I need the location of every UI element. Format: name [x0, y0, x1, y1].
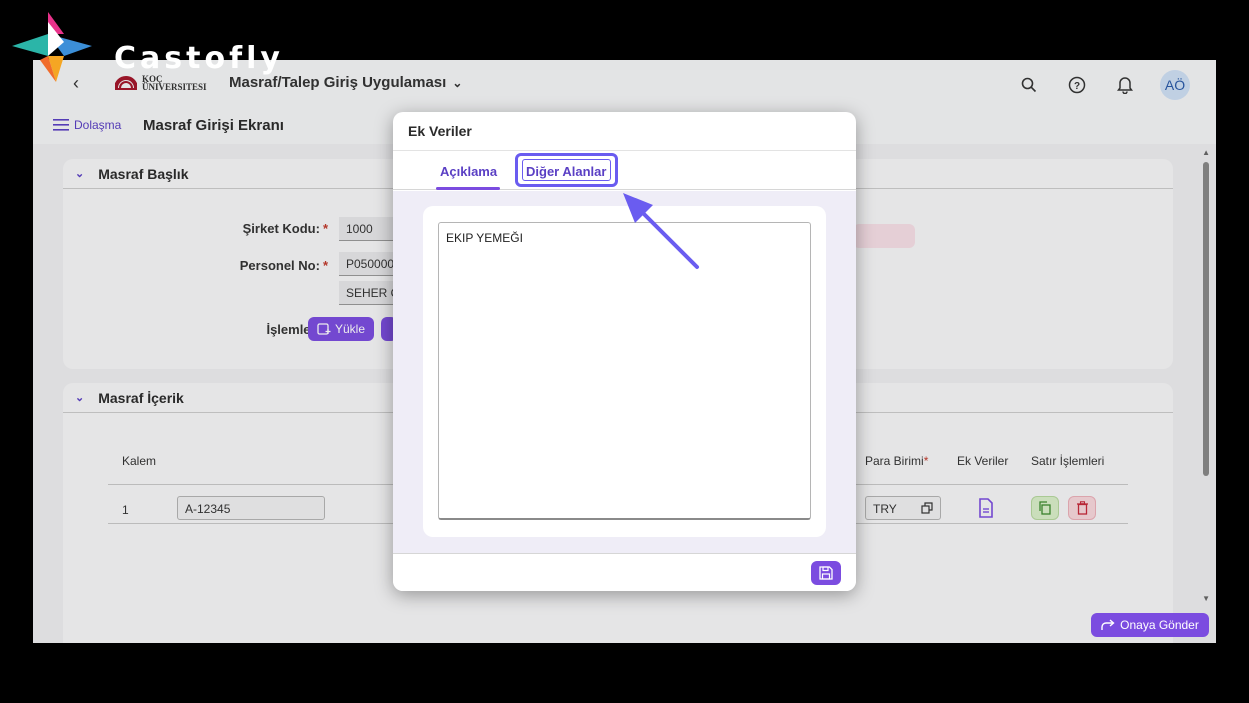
pointer-arrow-icon	[623, 193, 699, 269]
dialog-title: Ek Veriler	[408, 123, 472, 139]
dialog-footer	[393, 553, 856, 591]
save-button[interactable]	[811, 561, 841, 585]
send-for-approval-button[interactable]: Onaya Gönder	[1091, 613, 1209, 637]
screen: Castofly ‹ KOÇ ÜNIVERSITESI Masraf/Talep…	[0, 0, 1249, 703]
forward-arrow-icon	[1101, 619, 1115, 630]
dialog-tab-bar: Açıklama Diğer Alanlar	[393, 150, 856, 190]
castofly-logo-icon	[12, 12, 92, 82]
send-for-approval-label: Onaya Gönder	[1120, 618, 1199, 632]
tab-description[interactable]: Açıklama	[440, 151, 497, 191]
castofly-watermark: Castofly	[12, 12, 312, 84]
active-tab-indicator	[436, 187, 500, 190]
castofly-wordmark: Castofly	[114, 41, 284, 76]
extra-data-dialog: Ek Veriler Açıklama Diğer Alanlar EKIP Y…	[393, 112, 856, 591]
tab-other-fields[interactable]: Diğer Alanlar	[526, 151, 606, 191]
save-disk-icon	[819, 566, 833, 580]
